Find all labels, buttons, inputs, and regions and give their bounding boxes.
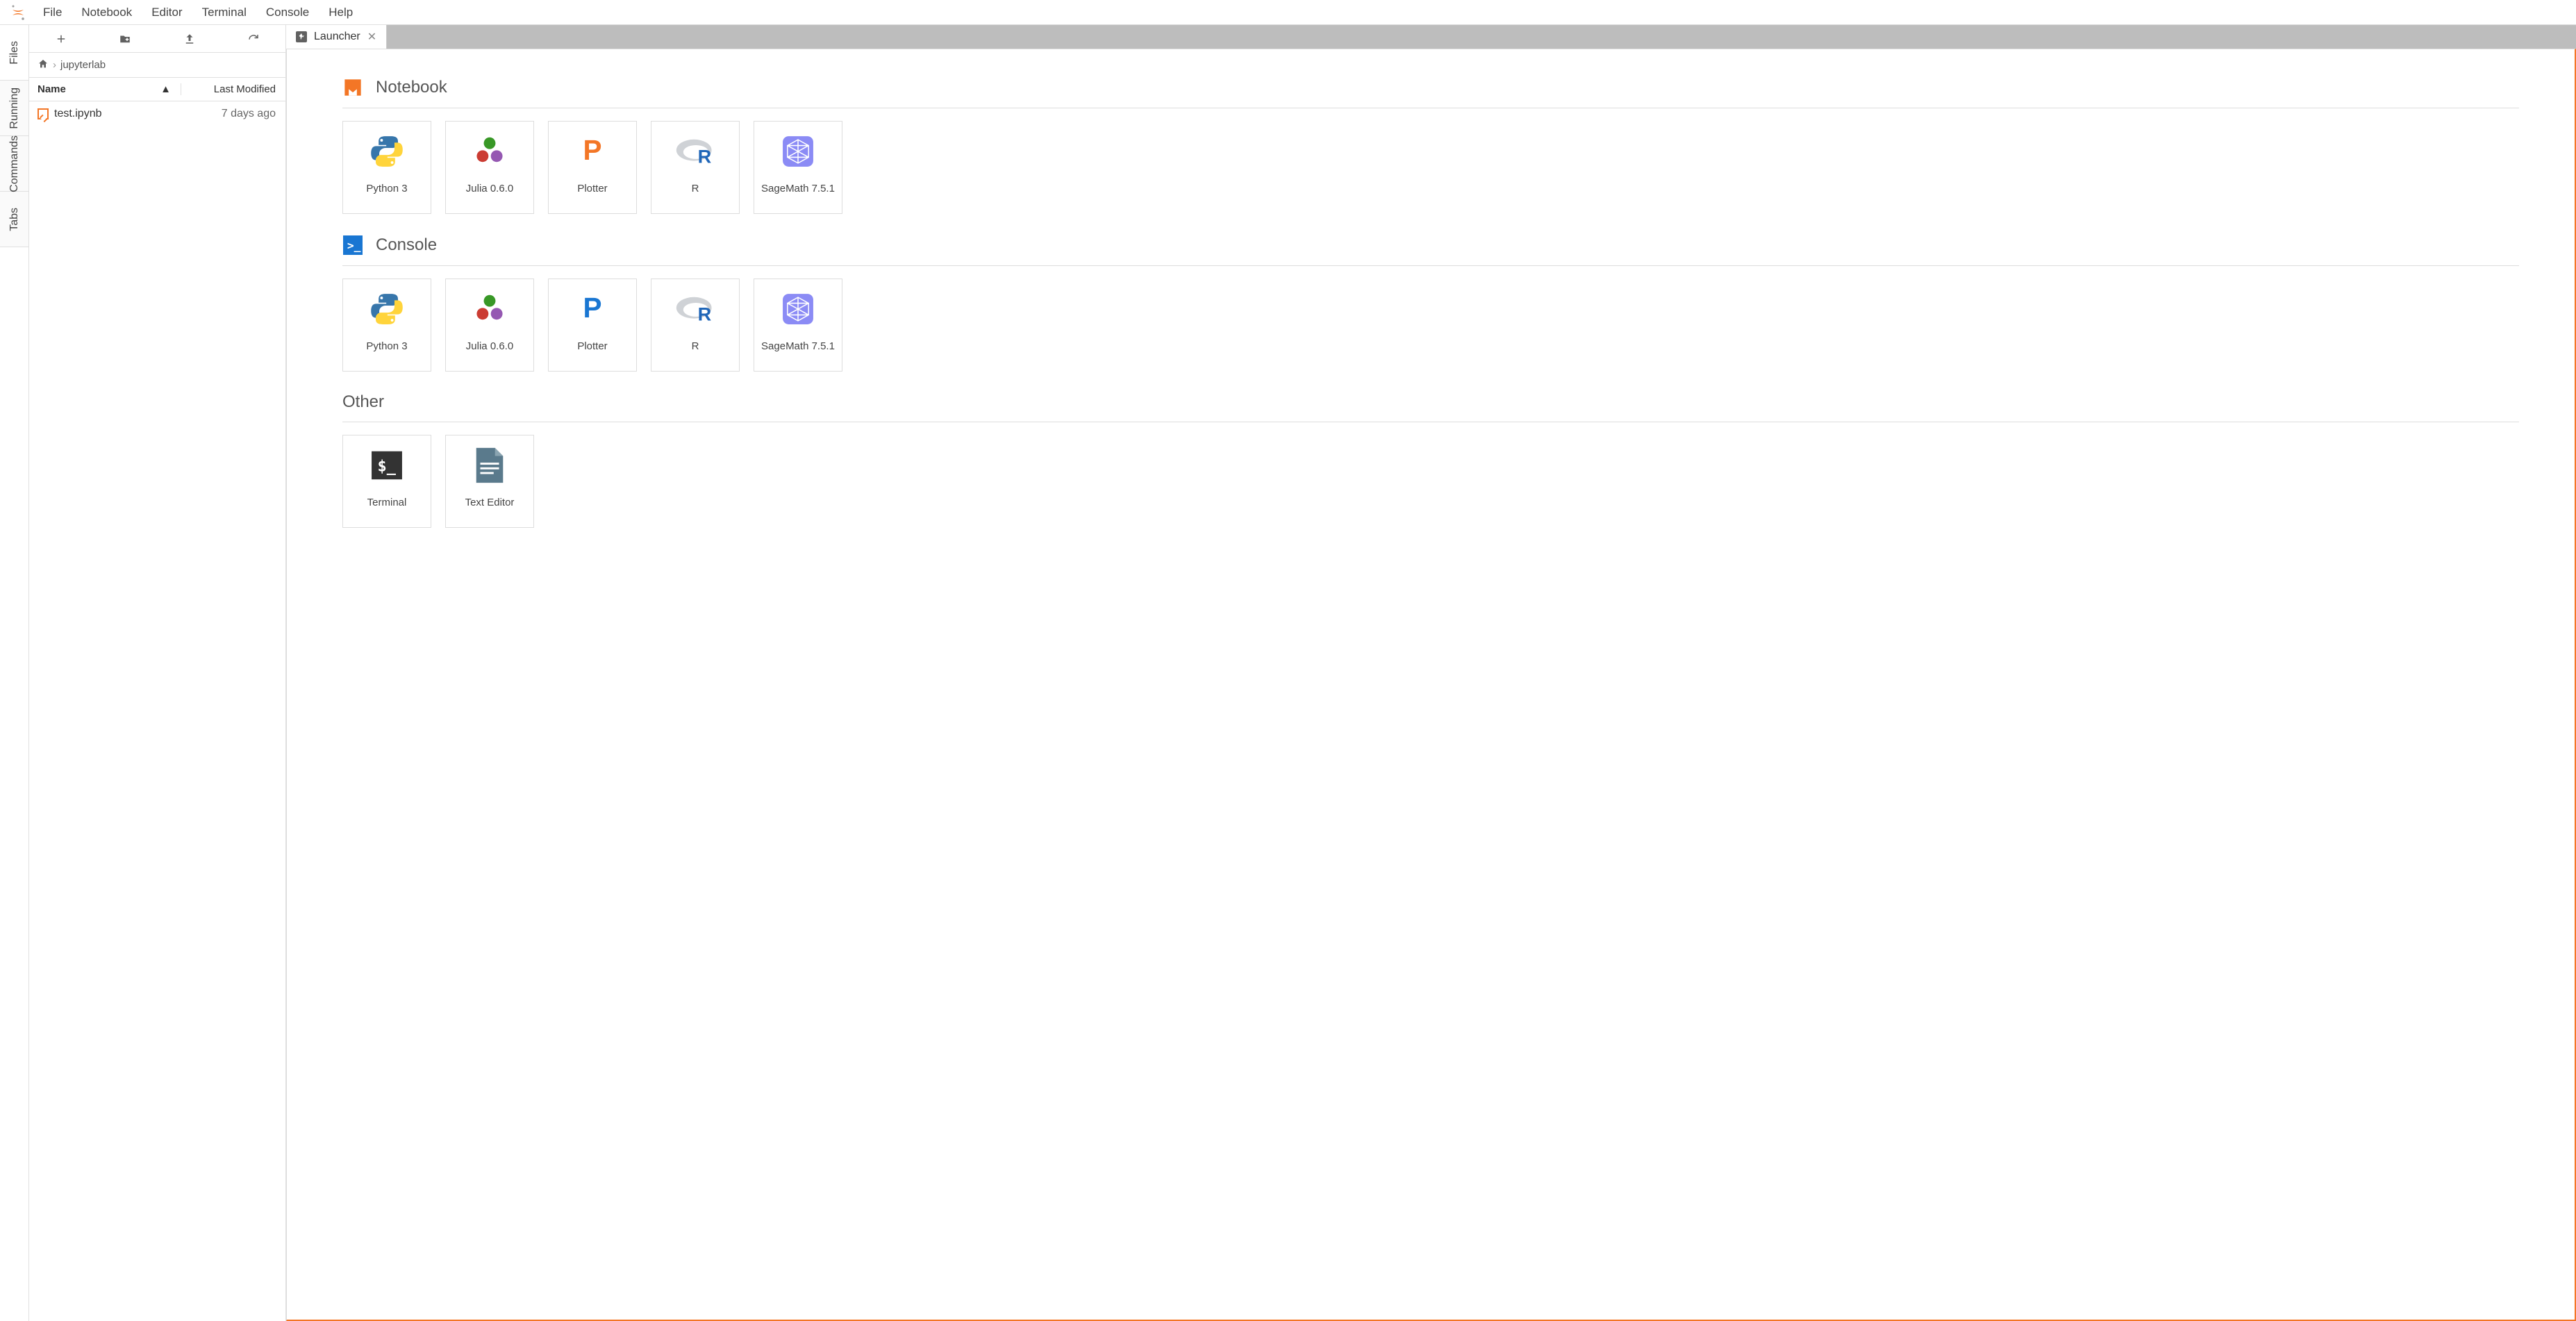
file-item[interactable]: test.ipynb 7 days ago bbox=[29, 101, 285, 126]
file-name-label: test.ipynb bbox=[54, 108, 101, 120]
card-label: Python 3 bbox=[366, 340, 407, 352]
card-label: SageMath 7.5.1 bbox=[761, 183, 835, 194]
notebook-icon bbox=[38, 108, 49, 119]
menu-console[interactable]: Console bbox=[256, 0, 319, 24]
card-label: Terminal bbox=[367, 497, 407, 508]
launcher-card-julia-0-6-0[interactable]: Julia 0.6.0 bbox=[445, 121, 534, 214]
launcher-card-terminal[interactable]: $_ Terminal bbox=[342, 435, 431, 528]
sidetab-files[interactable]: Files bbox=[0, 25, 28, 81]
column-header-name[interactable]: Name ▲ bbox=[29, 83, 181, 95]
file-modified-label: 7 days ago bbox=[181, 108, 285, 120]
launcher-panel: NotebookPython 3Julia 0.6.0PPlotterRRSag… bbox=[286, 49, 2576, 1321]
section-header: Notebook bbox=[342, 77, 2519, 108]
r-icon: R bbox=[675, 289, 715, 329]
r-icon: R bbox=[675, 131, 715, 172]
launcher-card-python-3[interactable]: Python 3 bbox=[342, 121, 431, 214]
menu-help[interactable]: Help bbox=[319, 0, 363, 24]
julia-icon bbox=[470, 289, 510, 329]
menubar: FileNotebookEditorTerminalConsoleHelp bbox=[0, 0, 2576, 25]
tab-launcher[interactable]: Launcher ✕ bbox=[286, 25, 387, 49]
launcher-section-notebook: NotebookPython 3Julia 0.6.0PPlotterRRSag… bbox=[342, 77, 2519, 214]
card-label: R bbox=[692, 340, 699, 352]
breadcrumb-separator: › bbox=[53, 59, 56, 71]
sidetab-running[interactable]: Running bbox=[0, 81, 28, 136]
close-icon[interactable]: ✕ bbox=[367, 30, 376, 44]
launcher-card-julia-0-6-0[interactable]: Julia 0.6.0 bbox=[445, 279, 534, 372]
menu-notebook[interactable]: Notebook bbox=[72, 0, 142, 24]
card-label: Julia 0.6.0 bbox=[466, 340, 513, 352]
card-label: R bbox=[692, 183, 699, 194]
launcher-card-r[interactable]: RR bbox=[651, 279, 740, 372]
jupyter-logo-icon bbox=[8, 3, 28, 22]
notebook-icon bbox=[342, 77, 363, 98]
launcher-card-text-editor[interactable]: Text Editor bbox=[445, 435, 534, 528]
svg-text:R: R bbox=[698, 303, 712, 324]
launcher-tab-icon bbox=[296, 31, 307, 42]
launcher-card-sagemath-7-5-1[interactable]: SageMath 7.5.1 bbox=[754, 279, 842, 372]
card-label: Plotter bbox=[577, 183, 607, 194]
svg-text:R: R bbox=[698, 145, 712, 167]
sidetab-commands[interactable]: Commands bbox=[0, 136, 28, 192]
card-row: Python 3Julia 0.6.0PPlotterRRSageMath 7.… bbox=[342, 121, 2519, 214]
section-header: Other bbox=[342, 392, 2519, 422]
home-icon[interactable] bbox=[38, 58, 49, 72]
tab-label: Launcher bbox=[314, 31, 360, 43]
terminal-icon: $_ bbox=[367, 445, 407, 485]
sage-icon bbox=[778, 131, 818, 172]
card-label: Julia 0.6.0 bbox=[466, 183, 513, 194]
menu-editor[interactable]: Editor bbox=[142, 0, 192, 24]
card-row: Python 3Julia 0.6.0PPlotterRRSageMath 7.… bbox=[342, 279, 2519, 372]
launcher-section-other: Other $_ Terminal Text Editor bbox=[342, 392, 2519, 528]
launcher-card-plotter[interactable]: P Plotter bbox=[548, 121, 637, 214]
launcher-card-sagemath-7-5-1[interactable]: SageMath 7.5.1 bbox=[754, 121, 842, 214]
left-sidebar-tabs: FilesRunningCommandsTabs bbox=[0, 25, 29, 1321]
texteditor-icon bbox=[470, 445, 510, 485]
launcher-card-r[interactable]: RR bbox=[651, 121, 740, 214]
section-header: >_ Console bbox=[342, 235, 2519, 266]
card-label: Plotter bbox=[577, 340, 607, 352]
launcher-card-python-3[interactable]: Python 3 bbox=[342, 279, 431, 372]
sage-icon bbox=[778, 289, 818, 329]
julia-icon bbox=[470, 131, 510, 172]
refresh-button[interactable] bbox=[222, 25, 285, 52]
console-icon: >_ bbox=[342, 235, 363, 256]
sort-asc-icon: ▲ bbox=[160, 83, 171, 95]
card-label: Python 3 bbox=[366, 183, 407, 194]
file-list-header: Name ▲ Last Modified bbox=[29, 78, 285, 101]
menu-terminal[interactable]: Terminal bbox=[192, 0, 256, 24]
card-row: $_ Terminal Text Editor bbox=[342, 435, 2519, 528]
sidetab-tabs[interactable]: Tabs bbox=[0, 192, 28, 247]
launcher-card-plotter[interactable]: P Plotter bbox=[548, 279, 637, 372]
svg-text:P: P bbox=[583, 134, 601, 166]
tab-bar: Launcher ✕ bbox=[286, 25, 2576, 49]
python-icon bbox=[367, 289, 407, 329]
menu-file[interactable]: File bbox=[33, 0, 72, 24]
column-header-modified[interactable]: Last Modified bbox=[181, 83, 285, 95]
breadcrumb[interactable]: › jupyterlab bbox=[29, 53, 285, 78]
card-label: Text Editor bbox=[465, 497, 515, 508]
plotter-orange-icon: P bbox=[572, 131, 613, 172]
section-title: Notebook bbox=[376, 78, 447, 97]
svg-text:>_: >_ bbox=[347, 239, 361, 252]
new-launcher-button[interactable] bbox=[29, 25, 93, 52]
section-title: Console bbox=[376, 235, 437, 255]
file-browser-toolbar bbox=[29, 25, 285, 53]
card-label: SageMath 7.5.1 bbox=[761, 340, 835, 352]
svg-text:P: P bbox=[583, 292, 601, 324]
main-area: Launcher ✕ NotebookPython 3Julia 0.6.0PP… bbox=[286, 25, 2576, 1321]
plotter-blue-icon: P bbox=[572, 289, 613, 329]
new-folder-button[interactable] bbox=[93, 25, 157, 52]
upload-button[interactable] bbox=[158, 25, 222, 52]
svg-text:$_: $_ bbox=[378, 458, 397, 475]
python-icon bbox=[367, 131, 407, 172]
section-title: Other bbox=[342, 392, 384, 412]
breadcrumb-item[interactable]: jupyterlab bbox=[60, 59, 106, 71]
launcher-section-console: >_ConsolePython 3Julia 0.6.0PPlotterRRSa… bbox=[342, 235, 2519, 372]
file-browser-panel: › jupyterlab Name ▲ Last Modified test.i… bbox=[29, 25, 286, 1321]
